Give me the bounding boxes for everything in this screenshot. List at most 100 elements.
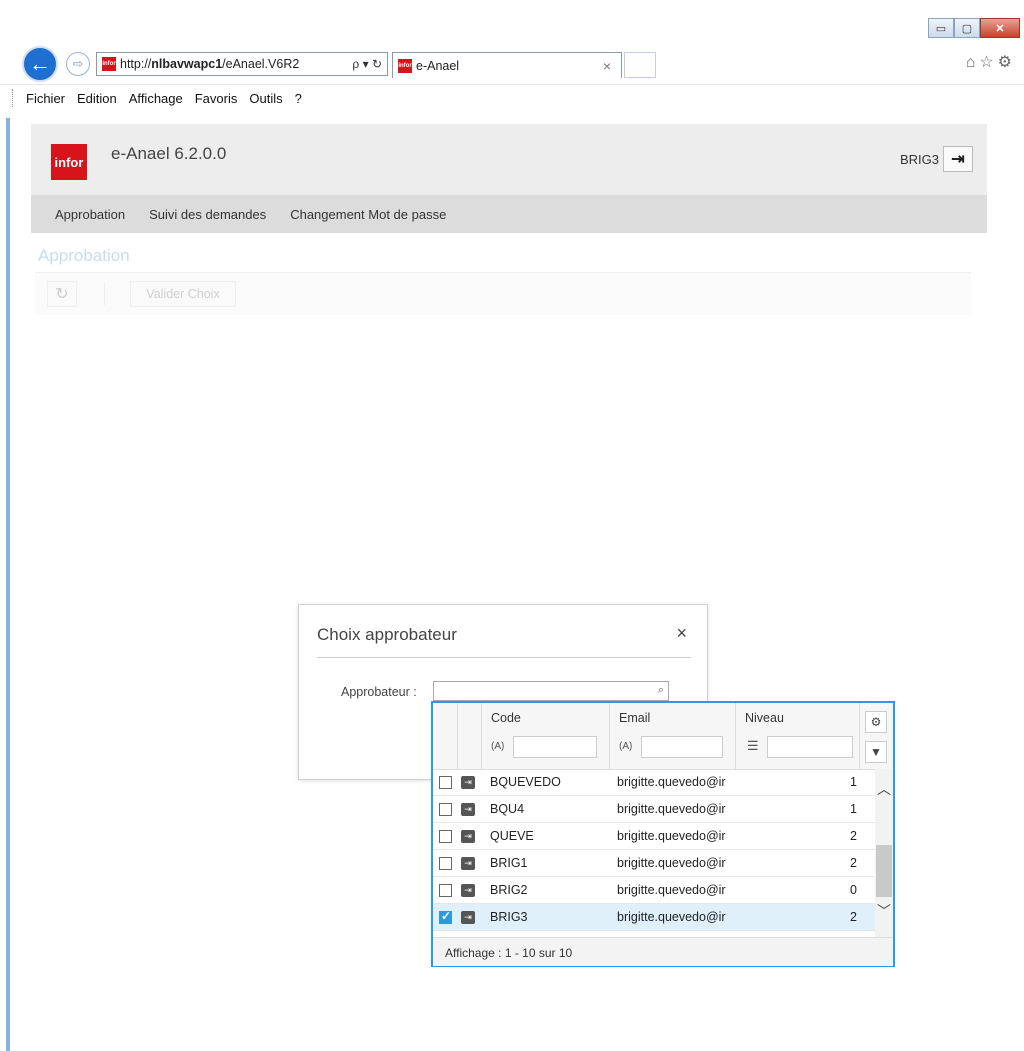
table-row[interactable]: ⇥ BRIG1 brigitte.quevedo@ir 2 xyxy=(433,850,875,877)
approbateur-input[interactable]: ⌕ xyxy=(433,681,669,701)
grid-scrollbar[interactable]: ︿ ﹀ xyxy=(875,769,893,937)
refresh-button[interactable]: ↻ xyxy=(47,281,77,307)
nav-approbation[interactable]: Approbation xyxy=(31,207,139,222)
table-row[interactable]: ⇥ BQUEVEDO brigitte.quevedo@ir 1 xyxy=(433,769,875,796)
col-separator xyxy=(735,703,736,769)
dialog-title: Choix approbateur xyxy=(317,625,457,644)
row-detail-icon[interactable]: ⇥ xyxy=(461,830,475,843)
grid-rows: ⇥ BQUEVEDO brigitte.quevedo@ir 1 ⇥ BQU4 … xyxy=(433,769,875,931)
table-row[interactable]: ⇥ BQU4 brigitte.quevedo@ir 1 xyxy=(433,796,875,823)
col-header-code[interactable]: Code xyxy=(491,711,521,725)
row-checkbox[interactable] xyxy=(439,857,452,870)
menu-favoris[interactable]: Favoris xyxy=(195,91,238,106)
row-checkbox[interactable] xyxy=(439,776,452,789)
cell-email: brigitte.quevedo@ir xyxy=(617,775,726,789)
browser-tab[interactable]: infor e-Anael × xyxy=(392,52,622,78)
minimize-button[interactable]: ▭ xyxy=(928,18,954,38)
home-icon[interactable]: ⌂ xyxy=(966,54,980,71)
row-detail-icon[interactable]: ⇥ xyxy=(461,803,475,816)
row-detail-icon[interactable]: ⇥ xyxy=(461,884,475,897)
filter-funnel-icon: ▼ xyxy=(870,745,882,759)
forward-button[interactable]: ⇨ xyxy=(66,52,90,76)
cell-email: brigitte.quevedo@ir xyxy=(617,802,726,816)
pagination-info: Affichage : 1 - 10 sur 10 xyxy=(445,946,573,960)
url-prefix: http:// xyxy=(120,57,152,71)
filter-operator-niveau[interactable]: ☰ xyxy=(747,738,759,754)
address-text[interactable]: http://nlbavwapc1/eAnael.V6R2 xyxy=(120,57,347,71)
filter-operator-email[interactable]: (A) xyxy=(619,741,632,752)
approbateur-label: Approbateur : xyxy=(341,685,417,699)
menu-bar: Fichier Edition Affichage Favoris Outils… xyxy=(0,84,1024,111)
row-detail-icon[interactable]: ⇥ xyxy=(461,911,475,924)
back-button[interactable]: ← xyxy=(22,46,58,82)
table-row[interactable]: ⇥ BRIG2 brigitte.quevedo@ir 0 xyxy=(433,877,875,904)
menu-fichier[interactable]: Fichier xyxy=(26,91,65,106)
row-checkbox[interactable] xyxy=(439,803,452,816)
address-bar[interactable]: infor http://nlbavwapc1/eAnael.V6R2 ρ ▾ … xyxy=(96,52,388,76)
grid-settings-button[interactable]: ⚙ xyxy=(865,711,887,733)
row-checkbox-checked[interactable]: ✓ xyxy=(439,909,452,924)
filter-input-code[interactable] xyxy=(513,736,597,758)
cell-niveau: 2 xyxy=(850,829,857,843)
logout-icon: ⇥ xyxy=(951,151,965,168)
nav-changement-mdp[interactable]: Changement Mot de passe xyxy=(280,207,460,222)
dialog-divider xyxy=(317,657,691,658)
app-header: infor e-Anael 6.2.0.0 BRIG3 ⇥ xyxy=(31,124,987,195)
grid-header: Code Email Niveau (A) (A) ☰ ⚙ ▼ xyxy=(433,703,893,770)
cell-code: BQUEVEDO xyxy=(490,775,561,789)
grid-filter-button[interactable]: ▼ xyxy=(865,741,887,763)
page-title: Approbation xyxy=(38,246,130,265)
url-path: /eAnael.V6R2 xyxy=(222,57,300,71)
nav-suivi-demandes[interactable]: Suivi des demandes xyxy=(139,207,280,222)
grid-footer: Affichage : 1 - 10 sur 10 xyxy=(433,937,893,966)
cell-email: brigitte.quevedo@ir xyxy=(617,856,726,870)
browser-chrome: ▭ ▢ ✕ ← ⇨ infor http://nlbavwapc1/eAnael… xyxy=(0,0,1024,118)
approbateur-lookup-grid: Code Email Niveau (A) (A) ☰ ⚙ ▼ ⇥ BQUEVE… xyxy=(431,701,895,967)
menu-affichage[interactable]: Affichage xyxy=(129,91,183,106)
col-separator xyxy=(859,703,860,769)
table-row-selected[interactable]: ✓ ⇥ BRIG3 brigitte.quevedo@ir 2 xyxy=(433,904,875,931)
col-header-email[interactable]: Email xyxy=(619,711,650,725)
search-refresh-icons[interactable]: ρ ▾ ↻ xyxy=(347,57,387,71)
url-host: nlbavwapc1 xyxy=(151,57,223,71)
window-controls: ▭ ▢ ✕ xyxy=(928,18,1020,38)
close-window-button[interactable]: ✕ xyxy=(980,18,1020,38)
chevron-up-icon[interactable]: ︿ xyxy=(877,779,891,799)
logout-button[interactable]: ⇥ xyxy=(943,146,973,172)
row-detail-icon[interactable]: ⇥ xyxy=(461,776,475,789)
new-tab-button[interactable] xyxy=(624,52,656,78)
filter-operator-code[interactable]: (A) xyxy=(491,741,504,752)
valider-choix-button[interactable]: Valider Choix xyxy=(130,281,236,307)
menu-help[interactable]: ? xyxy=(295,91,302,106)
user-name: BRIG3 xyxy=(899,151,939,167)
cell-email: brigitte.quevedo@ir xyxy=(617,883,726,897)
tab-favicon-icon: infor xyxy=(398,58,412,73)
cell-code: BQU4 xyxy=(490,802,525,816)
favorites-star-icon[interactable]: ☆ xyxy=(979,54,997,71)
tab-title: e-Anael xyxy=(416,58,460,73)
row-detail-icon[interactable]: ⇥ xyxy=(461,857,475,870)
menu-outils[interactable]: Outils xyxy=(249,91,282,106)
menu-edition[interactable]: Edition xyxy=(77,91,117,106)
site-favicon-icon: infor xyxy=(102,57,116,71)
gear-icon[interactable]: ⚙ xyxy=(998,54,1016,71)
cell-email: brigitte.quevedo@ir xyxy=(617,910,726,924)
filter-input-niveau[interactable] xyxy=(767,736,853,758)
tab-close-button[interactable]: × xyxy=(603,58,621,74)
cell-niveau: 2 xyxy=(850,856,857,870)
chevron-down-icon[interactable]: ﹀ xyxy=(877,901,891,921)
cell-niveau: 1 xyxy=(850,802,857,816)
app-nav: Approbation Suivi des demandes Changemen… xyxy=(31,195,987,233)
toolbar-separator xyxy=(104,283,105,305)
cell-code: QUEVE xyxy=(490,829,534,843)
lookup-search-icon[interactable]: ⌕ xyxy=(658,684,664,697)
scroll-thumb[interactable] xyxy=(876,845,892,897)
table-row[interactable]: ⇥ QUEVE brigitte.quevedo@ir 2 xyxy=(433,823,875,850)
row-checkbox[interactable] xyxy=(439,830,452,843)
dialog-close-button[interactable]: × xyxy=(676,623,687,644)
maximize-button[interactable]: ▢ xyxy=(954,18,980,38)
col-header-niveau[interactable]: Niveau xyxy=(745,711,784,725)
infor-logo: infor xyxy=(51,144,87,180)
row-checkbox[interactable] xyxy=(439,884,452,897)
filter-input-email[interactable] xyxy=(641,736,723,758)
